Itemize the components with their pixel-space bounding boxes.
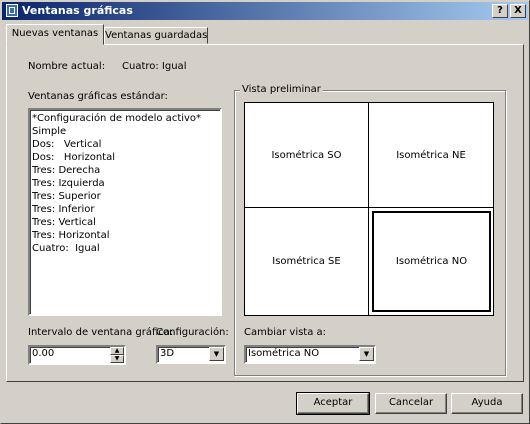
chevron-down-icon[interactable]: ▼ <box>209 347 224 361</box>
chevron-down-icon[interactable]: ▼ <box>359 347 374 361</box>
preview-area: Isométrica SO Isométrica NE Isométrica S… <box>244 102 494 316</box>
spacing-value: 0.00 <box>32 348 55 359</box>
viewport-label: Isométrica SO <box>271 149 342 161</box>
change-view-label: Cambiar vista a: <box>244 327 327 338</box>
spin-down-icon[interactable]: ▼ <box>110 355 124 363</box>
spin-up-icon[interactable]: ▲ <box>110 347 124 355</box>
list-item[interactable]: Tres: Superior <box>32 190 218 203</box>
app-icon <box>6 4 18 17</box>
setup-label: Configuración: <box>156 327 229 338</box>
title-bar[interactable]: Ventanas gráficas ? X <box>2 2 528 20</box>
tab-ventanas-guardadas[interactable]: Ventanas guardadas <box>104 27 208 44</box>
list-item[interactable]: Tres: Izquierda <box>32 177 218 190</box>
window-title: Ventanas gráficas <box>22 4 133 17</box>
list-item[interactable]: Tres: Inferior <box>32 203 218 216</box>
list-item[interactable]: Tres: Vertical <box>32 216 218 229</box>
ok-button[interactable]: Aceptar <box>296 392 370 415</box>
help-button[interactable]: Ayuda <box>451 393 523 414</box>
viewport-label: Isométrica SE <box>272 256 341 267</box>
viewport-bottom-left[interactable]: Isométrica SE <box>245 208 369 315</box>
tab-nuevas-ventanas[interactable]: Nuevas ventanas <box>6 24 104 45</box>
viewport-label: Isométrica NO <box>395 256 468 267</box>
standard-viewports-list[interactable]: *Configuración de modelo activo* Simple … <box>28 108 222 316</box>
list-item[interactable]: Simple <box>32 125 218 138</box>
viewport-label: Isométrica NE <box>396 149 466 161</box>
preview-label: Vista preliminar <box>240 84 323 95</box>
list-item[interactable]: *Configuración de modelo activo* <box>32 112 218 125</box>
viewport-top-right[interactable]: Isométrica NE <box>369 103 493 208</box>
list-item[interactable]: Tres: Derecha <box>32 164 218 177</box>
spacing-label: Intervalo de ventana gráfica: <box>28 327 174 338</box>
list-item[interactable]: Dos: Vertical <box>32 138 218 151</box>
current-name-label: Nombre actual: <box>28 61 106 72</box>
list-item[interactable]: Tres: Horizontal <box>32 229 218 242</box>
list-item[interactable]: Dos: Horizontal <box>32 151 218 164</box>
current-name-value: Cuatro: Igual <box>122 61 187 72</box>
spacing-input[interactable]: 0.00 ▲ ▼ <box>28 345 126 365</box>
help-title-button[interactable]: ? <box>492 4 508 18</box>
change-view-value: Isométrica NO <box>248 348 320 359</box>
setup-value: 3D <box>160 348 175 359</box>
standard-viewports-label: Ventanas gráficas estándar: <box>28 91 168 102</box>
viewport-top-left[interactable]: Isométrica SO <box>245 103 369 208</box>
setup-select[interactable]: 3D ▼ <box>156 345 226 364</box>
change-view-select[interactable]: Isométrica NO ▼ <box>244 345 376 364</box>
close-button[interactable]: X <box>510 4 526 18</box>
cancel-button[interactable]: Cancelar <box>375 393 447 414</box>
list-item[interactable]: Cuatro: Igual <box>32 242 218 255</box>
viewport-bottom-right-active[interactable]: Isométrica NO <box>372 211 491 312</box>
